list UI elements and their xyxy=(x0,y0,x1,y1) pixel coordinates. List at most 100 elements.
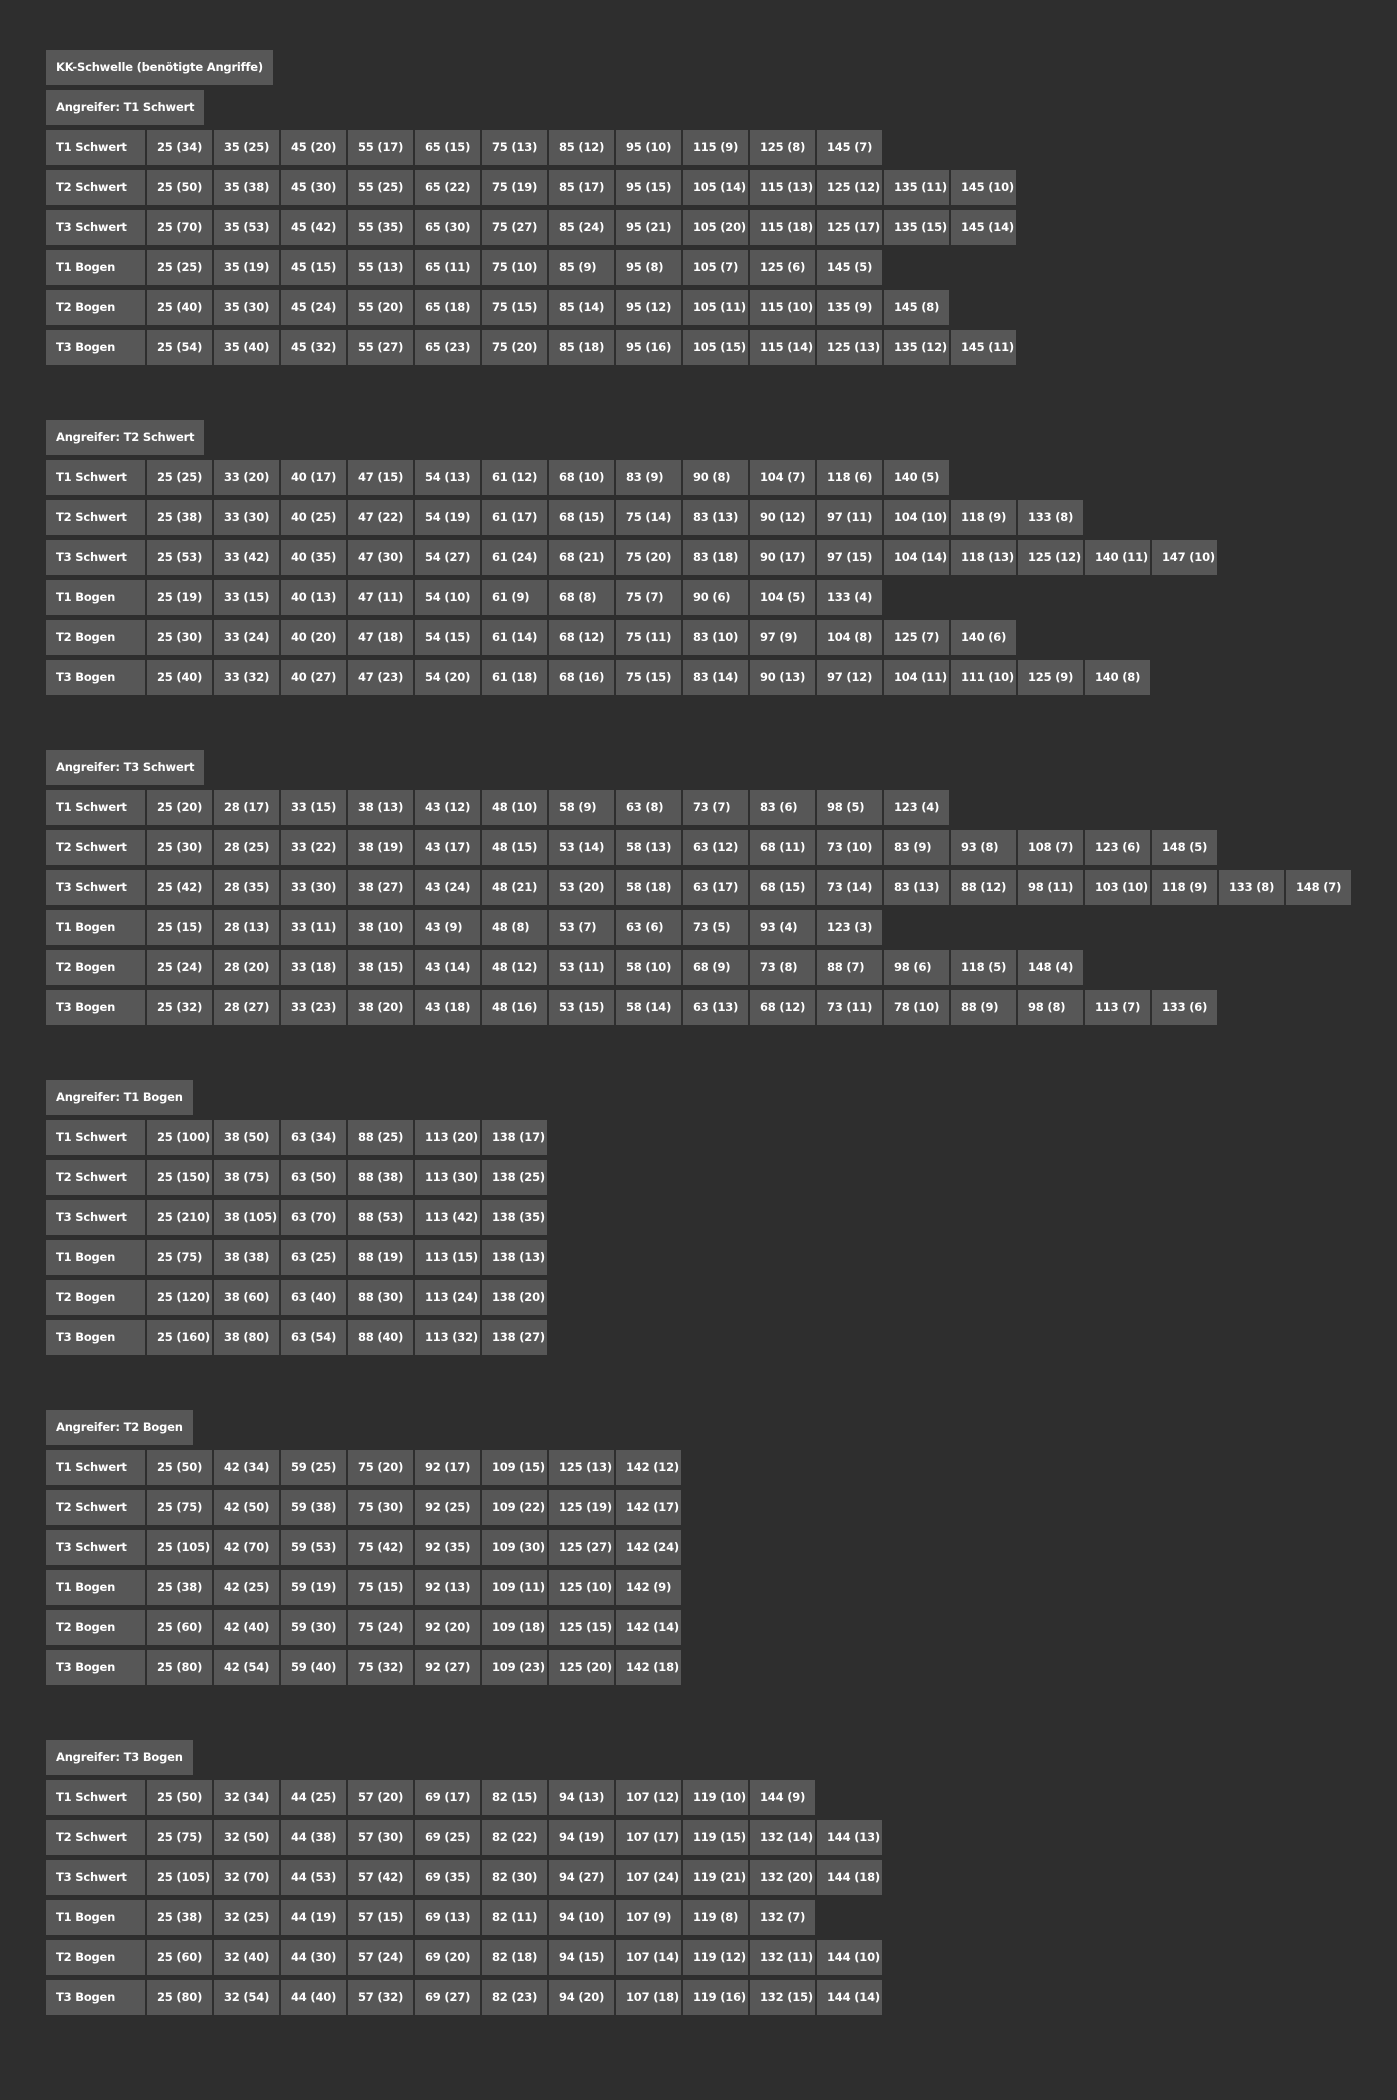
value-cell: 25 (30) xyxy=(147,620,212,655)
value-cell: 68 (11) xyxy=(750,830,815,865)
value-cell: 113 (15) xyxy=(415,1240,480,1275)
row-label: T1 Bogen xyxy=(46,250,145,285)
value-cell: 135 (12) xyxy=(884,330,949,365)
table-row: T2 Bogen 25 (24) 28 (20) 33 (18) 38 (15) 43 (… xyxy=(46,950,1397,985)
value-cell: 75 (7) xyxy=(616,580,681,615)
value-cell: 32 (54) xyxy=(214,1980,279,2015)
value-cell: 125 (12) xyxy=(1018,540,1083,575)
value-cell: 25 (75) xyxy=(147,1490,212,1525)
row-label: T2 Schwert xyxy=(46,1820,145,1855)
value-cell: 119 (10) xyxy=(683,1780,748,1815)
value-cell: 142 (12) xyxy=(616,1450,681,1485)
value-cell: 53 (7) xyxy=(549,910,614,945)
value-cell: 82 (23) xyxy=(482,1980,547,2015)
value-cell: 63 (40) xyxy=(281,1280,346,1315)
section-header-row: Angreifer: T2 Bogen xyxy=(46,1410,1397,1445)
value-cell: 42 (50) xyxy=(214,1490,279,1525)
value-cell: 25 (40) xyxy=(147,660,212,695)
table-row: T1 Bogen 25 (38) 42 (25) 59 (19) 75 (15) 92 (… xyxy=(46,1570,1397,1605)
row-label: T2 Schwert xyxy=(46,1160,145,1195)
value-cell: 73 (5) xyxy=(683,910,748,945)
value-cell: 73 (14) xyxy=(817,870,882,905)
value-cell: 95 (15) xyxy=(616,170,681,205)
value-cell: 63 (70) xyxy=(281,1200,346,1235)
value-cell: 132 (11) xyxy=(750,1940,815,1975)
value-cell: 25 (105) xyxy=(147,1530,212,1565)
value-cell: 38 (19) xyxy=(348,830,413,865)
value-cell: 107 (17) xyxy=(616,1820,681,1855)
row-label: T1 Schwert xyxy=(46,1120,145,1155)
value-cell: 38 (10) xyxy=(348,910,413,945)
value-cell: 59 (40) xyxy=(281,1650,346,1685)
value-cell: 132 (15) xyxy=(750,1980,815,2015)
value-cell: 83 (9) xyxy=(616,460,681,495)
value-cell: 88 (25) xyxy=(348,1120,413,1155)
value-cell: 48 (15) xyxy=(482,830,547,865)
row-label: T2 Bogen xyxy=(46,950,145,985)
value-cell: 145 (8) xyxy=(884,290,949,325)
table-row: T3 Schwert 25 (53) 33 (42) 40 (35) 47 (30) 54… xyxy=(46,540,1397,575)
table-row: T2 Bogen 25 (60) 32 (40) 44 (30) 57 (24) 69 (… xyxy=(46,1940,1397,1975)
value-cell: 69 (27) xyxy=(415,1980,480,2015)
value-cell: 33 (15) xyxy=(214,580,279,615)
value-cell: 48 (12) xyxy=(482,950,547,985)
value-cell: 68 (12) xyxy=(750,990,815,1025)
value-cell: 25 (120) xyxy=(147,1280,212,1315)
value-cell: 68 (15) xyxy=(750,870,815,905)
value-cell: 63 (50) xyxy=(281,1160,346,1195)
value-cell: 38 (13) xyxy=(348,790,413,825)
value-cell: 125 (13) xyxy=(817,330,882,365)
value-cell: 132 (7) xyxy=(750,1900,815,1935)
value-cell: 25 (15) xyxy=(147,910,212,945)
value-cell: 123 (3) xyxy=(817,910,882,945)
value-cell: 107 (14) xyxy=(616,1940,681,1975)
value-cell: 75 (15) xyxy=(348,1570,413,1605)
value-cell: 45 (24) xyxy=(281,290,346,325)
row-label: T1 Schwert xyxy=(46,130,145,165)
value-cell: 57 (32) xyxy=(348,1980,413,2015)
row-label: T1 Schwert xyxy=(46,1780,145,1815)
value-cell: 145 (7) xyxy=(817,130,882,165)
value-cell: 44 (25) xyxy=(281,1780,346,1815)
value-cell: 35 (40) xyxy=(214,330,279,365)
value-cell: 43 (24) xyxy=(415,870,480,905)
value-cell: 148 (7) xyxy=(1286,870,1351,905)
section-header-row: Angreifer: T2 Schwert xyxy=(46,420,1397,455)
page-title: KK-Schwelle (benötigte Angriffe) xyxy=(46,50,273,85)
value-cell: 65 (22) xyxy=(415,170,480,205)
value-cell: 57 (15) xyxy=(348,1900,413,1935)
row-label: T3 Bogen xyxy=(46,990,145,1025)
table-row: T1 Schwert 25 (100) 38 (50) 63 (34) 88 (25) 1… xyxy=(46,1120,1397,1155)
row-label: T1 Bogen xyxy=(46,1570,145,1605)
value-cell: 44 (30) xyxy=(281,1940,346,1975)
value-cell: 33 (11) xyxy=(281,910,346,945)
value-cell: 138 (25) xyxy=(482,1160,547,1195)
table-row: T1 Bogen 25 (75) 38 (38) 63 (25) 88 (19) 113 … xyxy=(46,1240,1397,1275)
section-header: Angreifer: T1 Schwert xyxy=(46,90,205,125)
value-cell: 55 (17) xyxy=(348,130,413,165)
value-cell: 63 (8) xyxy=(616,790,681,825)
value-cell: 42 (70) xyxy=(214,1530,279,1565)
value-cell: 59 (53) xyxy=(281,1530,346,1565)
value-cell: 109 (22) xyxy=(482,1490,547,1525)
value-cell: 104 (5) xyxy=(750,580,815,615)
value-cell: 43 (9) xyxy=(415,910,480,945)
value-cell: 38 (50) xyxy=(214,1120,279,1155)
value-cell: 78 (10) xyxy=(884,990,949,1025)
table-row: T2 Bogen 25 (30) 33 (24) 40 (20) 47 (18) 54 (… xyxy=(46,620,1397,655)
value-cell: 115 (9) xyxy=(683,130,748,165)
table-row: T1 Schwert 25 (34) 35 (25) 45 (20) 55 (17) 65… xyxy=(46,130,1397,165)
table-row: T2 Bogen 25 (60) 42 (40) 59 (30) 75 (24) 92 (… xyxy=(46,1610,1397,1645)
value-cell: 92 (35) xyxy=(415,1530,480,1565)
value-cell: 33 (20) xyxy=(214,460,279,495)
value-cell: 147 (10) xyxy=(1152,540,1217,575)
value-cell: 142 (24) xyxy=(616,1530,681,1565)
value-cell: 142 (18) xyxy=(616,1650,681,1685)
row-label: T3 Schwert xyxy=(46,870,145,905)
value-cell: 82 (22) xyxy=(482,1820,547,1855)
value-cell: 25 (105) xyxy=(147,1860,212,1895)
row-label: T2 Bogen xyxy=(46,290,145,325)
value-cell: 33 (15) xyxy=(281,790,346,825)
row-label: T2 Schwert xyxy=(46,500,145,535)
row-label: T2 Bogen xyxy=(46,620,145,655)
